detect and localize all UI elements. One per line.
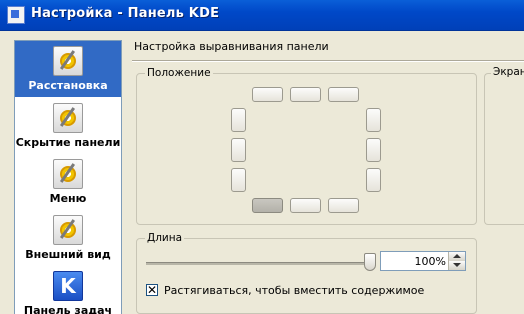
position-legend: Положение xyxy=(145,67,213,79)
sidebar-item-label: Скрытие панели xyxy=(15,136,121,149)
position-right-bottom-button[interactable] xyxy=(366,168,381,192)
expand-checkbox-label: Растягиваться, чтобы вместить содержимое xyxy=(164,284,425,297)
sidebar-item-arrangement[interactable]: Расстановка xyxy=(15,41,121,97)
position-right-top-button[interactable] xyxy=(366,108,381,132)
divider xyxy=(132,60,524,62)
expand-checkbox[interactable]: ✕ xyxy=(146,284,158,296)
gear-pen-icon xyxy=(53,103,83,133)
length-spin-value: 100% xyxy=(414,255,446,268)
sidebar-item-menu[interactable]: Меню xyxy=(15,159,121,211)
position-right-middle-button[interactable] xyxy=(366,138,381,162)
length-legend: Длина xyxy=(145,232,185,244)
sidebar: Расстановка Скрытие панели Меню Внешний … xyxy=(14,40,122,314)
position-left-top-button[interactable] xyxy=(231,108,246,132)
sidebar-item-hiding[interactable]: Скрытие панели xyxy=(15,103,121,155)
kde-icon: K xyxy=(53,271,83,301)
page-title: Настройка выравнивания панели xyxy=(134,40,329,53)
length-spinbox[interactable]: 100% xyxy=(380,251,466,271)
gear-pen-icon xyxy=(53,215,83,245)
length-slider-handle[interactable] xyxy=(364,253,376,271)
sidebar-item-label: Расстановка xyxy=(28,79,108,92)
position-bottom-right-button[interactable] xyxy=(328,198,359,213)
position-bottom-left-button[interactable] xyxy=(252,198,283,213)
length-slider-track[interactable] xyxy=(146,262,372,265)
sidebar-item-taskbar[interactable]: K Панель задач xyxy=(15,271,121,314)
app-icon xyxy=(7,6,25,24)
window-title: Настройка - Панель KDE xyxy=(31,6,220,21)
position-left-bottom-button[interactable] xyxy=(231,168,246,192)
settings-window: Настройка - Панель KDE Расстановка Скрыт… xyxy=(0,0,524,314)
sidebar-item-label: Меню xyxy=(49,192,87,205)
position-left-middle-button[interactable] xyxy=(231,138,246,162)
spin-down-button[interactable] xyxy=(448,261,465,270)
length-group: Длина xyxy=(136,232,477,314)
position-bottom-center-button[interactable] xyxy=(290,198,321,213)
sidebar-item-label: Внешний вид xyxy=(25,248,111,261)
position-top-center-button[interactable] xyxy=(290,87,321,102)
position-top-right-button[interactable] xyxy=(328,87,359,102)
screen-legend: Экран xyxy=(491,66,524,78)
gear-pen-icon xyxy=(53,46,83,76)
gear-pen-icon xyxy=(53,159,83,189)
title-bar[interactable]: Настройка - Панель KDE xyxy=(0,0,524,31)
position-top-left-button[interactable] xyxy=(252,87,283,102)
screen-group xyxy=(484,73,524,225)
sidebar-item-appearance[interactable]: Внешний вид xyxy=(15,215,121,267)
